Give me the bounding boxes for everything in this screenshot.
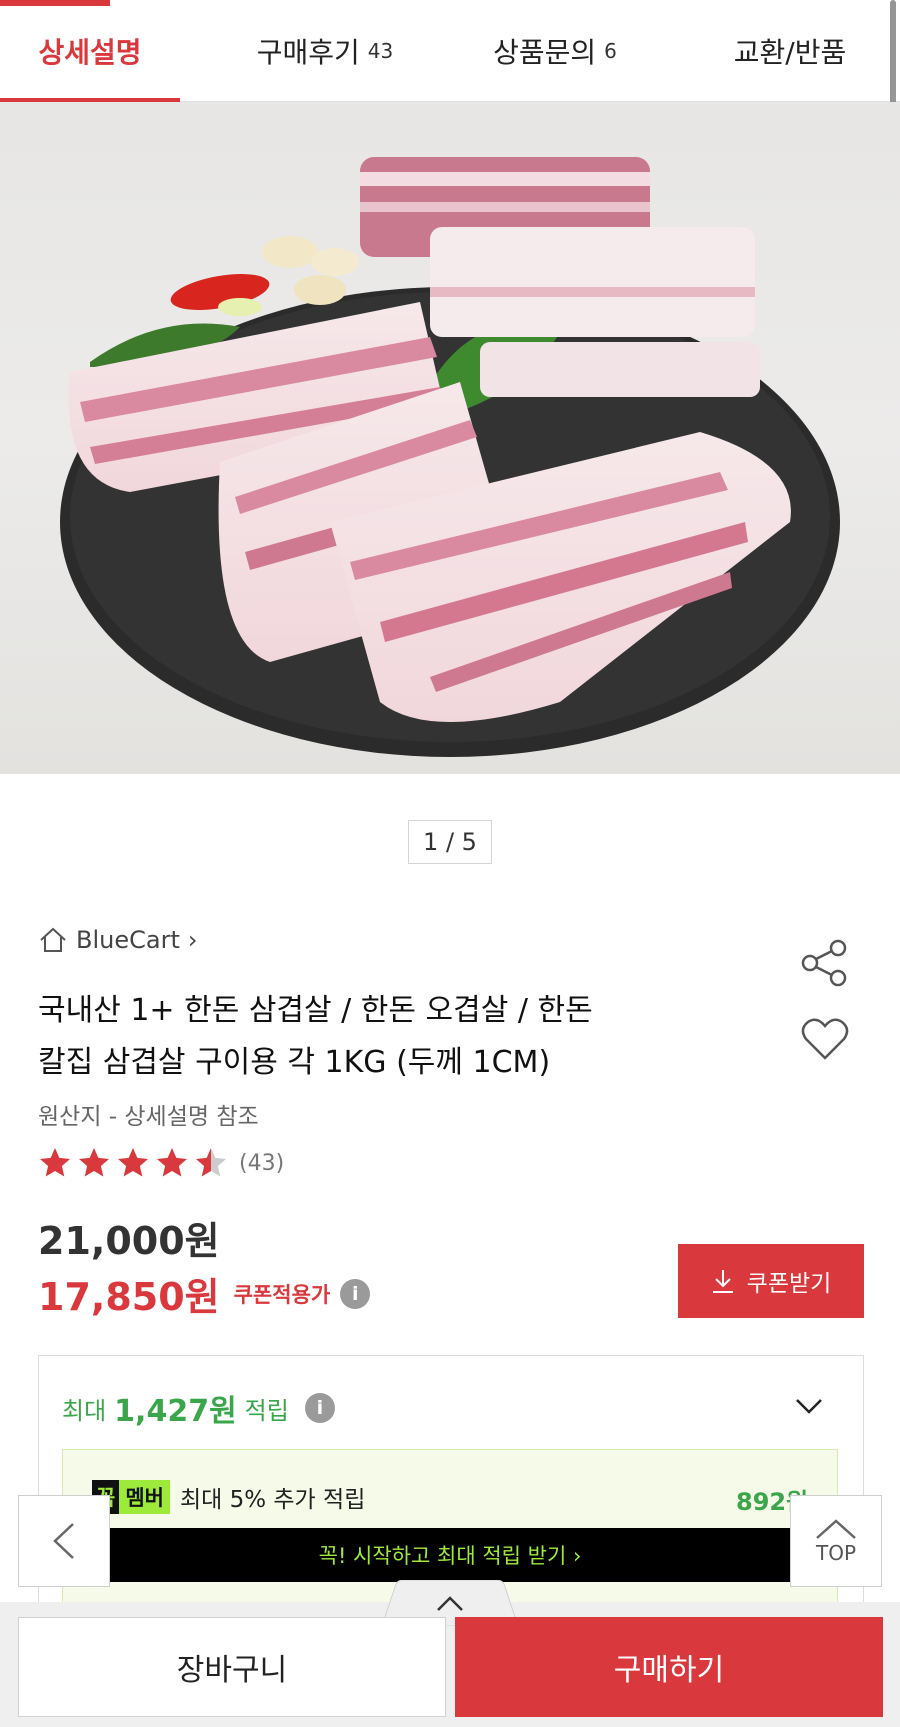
chevron-left-icon <box>53 1523 74 1559</box>
product-image[interactable] <box>0 102 900 774</box>
points-summary[interactable]: 최대 1,427원 적립 i <box>62 1386 335 1430</box>
chevron-right-icon: › <box>187 926 198 954</box>
tab-label: 교환/반품 <box>733 36 847 69</box>
buy-button[interactable]: 구매하기 <box>455 1617 883 1717</box>
sale-price: 17,850원 <box>38 1275 220 1319</box>
home-icon <box>40 927 66 952</box>
info-icon[interactable]: i <box>304 1393 335 1423</box>
image-pager: 1 / 5 <box>408 820 492 864</box>
star-icon <box>118 1148 148 1177</box>
download-icon <box>712 1270 733 1293</box>
review-count: (43) <box>239 1150 285 1176</box>
tab-count: 43 <box>367 39 394 63</box>
tab-inquiry[interactable]: 상품문의 6 <box>455 0 655 102</box>
tab-detail[interactable]: 상세설명 <box>0 0 180 102</box>
info-icon[interactable]: i <box>340 1278 371 1309</box>
points-amount: 1,427원 <box>114 1394 237 1429</box>
points-prefix: 최대 <box>62 1396 107 1425</box>
member-row: 꼭 멤버 최대 5% 추가 적립 <box>92 1480 365 1514</box>
cart-button[interactable]: 장바구니 <box>18 1617 446 1717</box>
tab-label: 구매후기 <box>256 36 360 69</box>
tab-bar: 상세설명 구매후기 43 상품문의 6 교환/반품 <box>0 0 900 102</box>
chevron-up-icon <box>816 1519 856 1539</box>
rating-stars <box>36 1145 231 1181</box>
tab-label: 상세설명 <box>38 36 142 69</box>
origin-text: 원산지 - 상세설명 참조 <box>38 1104 259 1130</box>
star-icon <box>79 1148 109 1177</box>
title-line: 칼집 삼겹살 구이용 각 1KG (두께 1CM) <box>38 1045 551 1080</box>
member-start-banner[interactable]: 꼭! 시작하고 최대 적립 받기 › <box>110 1528 790 1582</box>
brand-name: BlueCart <box>76 926 180 954</box>
tab-exchange[interactable]: 교환/반품 <box>700 0 880 102</box>
chevron-down-icon[interactable] <box>794 1396 824 1416</box>
star-icon <box>40 1148 70 1177</box>
original-price: 21,000원 <box>38 1219 220 1263</box>
tab-label: 상품문의 <box>493 36 597 69</box>
coupon-button-label: 쿠폰받기 <box>746 1271 832 1297</box>
tab-count: 6 <box>604 39 617 63</box>
coupon-price-label: 쿠폰적용가 <box>233 1282 331 1307</box>
top-label: TOP <box>815 1541 857 1565</box>
member-text: 최대 5% 추가 적립 <box>179 1487 366 1513</box>
points-suffix: 적립 <box>244 1396 289 1425</box>
brand-link[interactable]: BlueCart › <box>38 925 197 955</box>
tab-reviews[interactable]: 구매후기 43 <box>225 0 425 102</box>
heart-icon[interactable] <box>800 1016 850 1062</box>
sale-price-row: 17,850원 쿠폰적용가 i <box>38 1266 371 1321</box>
rating[interactable]: (43) <box>36 1145 284 1181</box>
title-line: 국내산 1+ 한돈 삼겹살 / 한돈 오겹살 / 한돈 <box>38 993 593 1028</box>
share-icon[interactable] <box>800 938 850 988</box>
coupon-download-button[interactable]: 쿠폰받기 <box>678 1244 864 1318</box>
star-half-icon <box>196 1148 226 1177</box>
member-badge-m: 멤버 <box>119 1480 170 1514</box>
scroll-top-button[interactable]: TOP <box>790 1495 882 1587</box>
pork-belly-photo <box>60 157 840 757</box>
product-title: 국내산 1+ 한돈 삼겹살 / 한돈 오겹살 / 한돈 칼집 삼겹살 구이용 각… <box>38 985 718 1089</box>
star-icon <box>157 1148 187 1177</box>
back-button[interactable] <box>18 1495 110 1587</box>
